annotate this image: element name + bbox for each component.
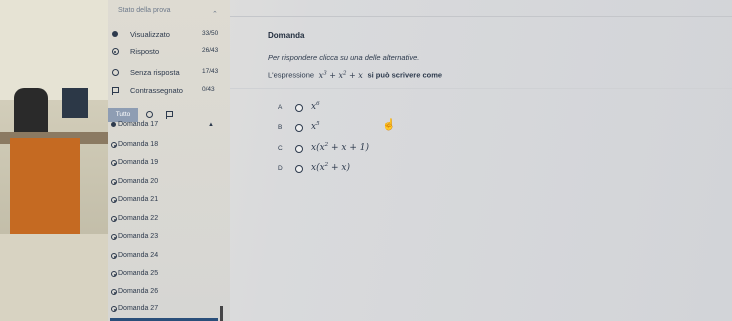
option-value: x6	[311, 101, 320, 112]
question-list-item[interactable]: Domanda 25	[108, 267, 224, 283]
background-monitor	[62, 88, 88, 118]
filled-dot-icon	[111, 31, 119, 39]
hand-cursor-icon: ☝	[382, 119, 396, 131]
target-dot-icon	[111, 160, 117, 168]
question-label: Domanda 21	[118, 196, 159, 203]
option-value: x(x2 + x)	[311, 162, 351, 173]
stat-label: Visualizzato	[130, 30, 170, 39]
option-value: x(x2 + x + 1)	[311, 142, 370, 153]
question-list-item[interactable]: Domanda 20	[108, 175, 224, 191]
question-label: Domanda 27	[118, 305, 159, 312]
filled-dot-icon	[111, 122, 116, 129]
question-stem: L'espressione x3 + x2 + x si può scriver…	[268, 70, 442, 80]
question-label: Domanda 24	[118, 252, 159, 259]
target-dot-icon	[111, 142, 117, 150]
stat-flagged[interactable]: Contrassegnato 0/43	[108, 84, 230, 98]
question-label: Domanda 20	[118, 178, 159, 185]
stem-prefix: L'espressione	[268, 70, 315, 80]
question-list-item[interactable]: Domanda 27	[108, 302, 224, 318]
question-list-item[interactable]: Domanda 26	[108, 285, 224, 301]
stat-viewed[interactable]: Visualizzato 33/50	[108, 28, 230, 42]
target-dot-icon	[111, 216, 117, 224]
option-radio[interactable]	[295, 104, 303, 112]
question-panel: Domanda Per rispondere clicca su una del…	[230, 0, 732, 321]
stat-label: Senza risposta	[130, 68, 180, 77]
background-wall	[0, 0, 110, 100]
question-label: Domanda 23	[118, 233, 159, 240]
collapse-chevron-icon[interactable]: ⌃	[212, 10, 218, 18]
stat-label: Risposto	[130, 47, 160, 56]
target-dot-icon	[111, 234, 117, 242]
target-dot-icon	[111, 253, 117, 261]
question-list-item[interactable]: Domanda 19	[108, 156, 224, 172]
target-dot-icon	[111, 289, 117, 297]
header-divider	[230, 16, 732, 17]
background-room	[0, 0, 110, 321]
question-label: Domanda 26	[118, 288, 159, 295]
target-dot-icon	[111, 48, 119, 56]
target-dot-icon	[111, 179, 117, 187]
target-dot-icon	[111, 197, 117, 205]
flag-icon	[111, 87, 119, 95]
question-label: Domanda 25	[118, 270, 159, 277]
stem-divider	[230, 88, 732, 89]
question-list: Domanda 17 ▲ Domanda 18 Domanda 19 Doman…	[108, 121, 230, 321]
stat-unanswered[interactable]: Senza risposta 17/43	[108, 66, 230, 80]
option-value: x5	[311, 121, 320, 132]
question-list-item[interactable]: Domanda 24	[108, 249, 224, 265]
stat-label: Contrassegnato	[130, 86, 183, 95]
empty-circle-icon	[111, 69, 119, 77]
option-letter: D	[278, 165, 283, 172]
background-person	[14, 88, 48, 138]
target-dot-icon	[111, 306, 117, 314]
question-title: Domanda	[268, 31, 305, 40]
sidebar-title: Stato della prova	[118, 7, 171, 14]
question-label: Domanda 22	[118, 215, 159, 222]
option-radio[interactable]	[295, 165, 303, 173]
question-list-item[interactable]: Domanda 22	[108, 212, 224, 228]
option-letter: A	[278, 104, 283, 111]
stat-answered[interactable]: Risposto 26/43	[108, 45, 230, 59]
option-radio[interactable]	[295, 124, 303, 132]
question-list-item[interactable]: Domanda 18	[108, 138, 224, 154]
option-letter: B	[278, 124, 283, 131]
stem-suffix: si può scrivere come	[367, 70, 443, 80]
question-list-item[interactable]: Domanda 17 ▲	[108, 118, 224, 134]
question-label: Domanda 18	[118, 141, 159, 148]
stat-count: 33/50	[202, 30, 219, 37]
filter-unanswered-icon[interactable]	[146, 111, 153, 118]
stat-count: 17/43	[202, 68, 219, 75]
stat-count: 26/43	[202, 47, 219, 54]
option-radio[interactable]	[295, 145, 303, 153]
question-list-scrollbar[interactable]	[220, 306, 223, 321]
option-letter: C	[278, 145, 283, 152]
background-board	[10, 138, 80, 234]
scroll-up-icon[interactable]: ▲	[208, 122, 214, 128]
stat-count: 0/43	[202, 86, 215, 93]
question-label: Domanda 17	[118, 121, 159, 128]
question-instruction: Per rispondere clicca su una delle alter…	[268, 53, 420, 62]
target-dot-icon	[111, 271, 117, 279]
question-label: Domanda 19	[118, 159, 159, 166]
background-floor	[0, 234, 110, 321]
stem-expression: x3 + x2 + x	[316, 70, 366, 80]
question-list-item[interactable]: Domanda 23	[108, 230, 224, 246]
question-list-item[interactable]: Domanda 21	[108, 193, 224, 209]
